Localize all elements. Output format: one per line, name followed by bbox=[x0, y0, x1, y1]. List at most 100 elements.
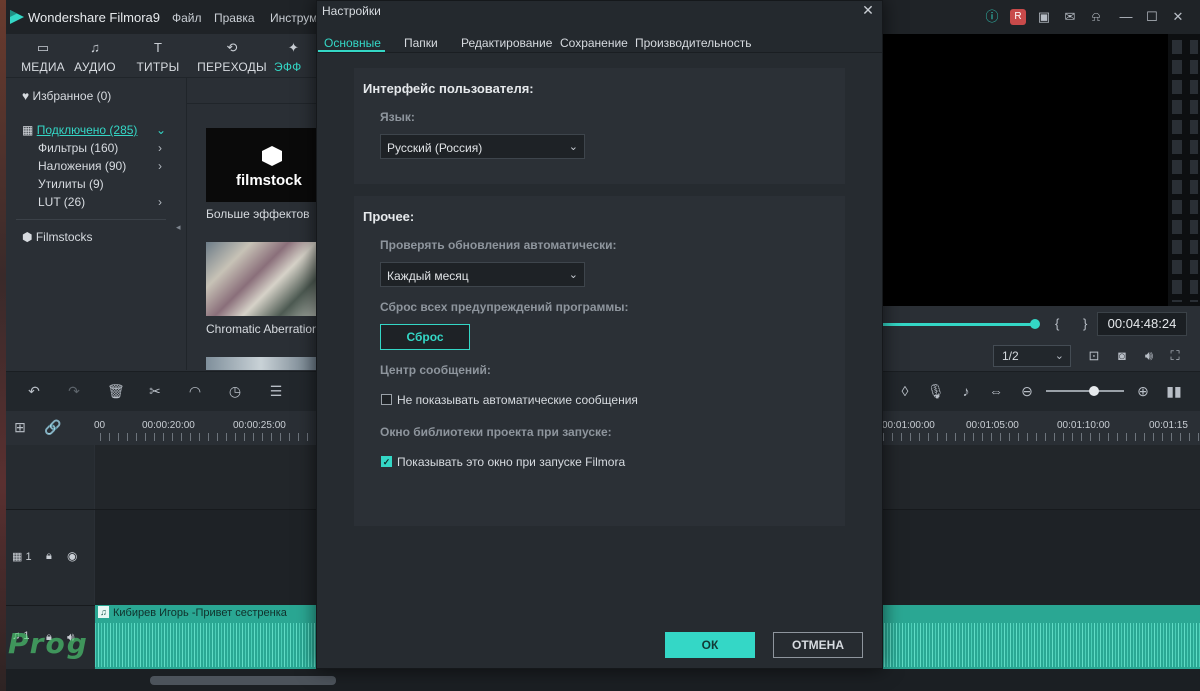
ruler-label: 00:01:10:00 bbox=[1057, 420, 1110, 431]
playback-knob[interactable] bbox=[1030, 319, 1040, 329]
duration-icon[interactable]: ◷ bbox=[227, 383, 243, 399]
tree-item-filters[interactable]: Фильтры (160) › bbox=[38, 141, 168, 159]
tab-effects[interactable]: ✦ ЭФФ bbox=[274, 34, 316, 78]
effect-label-chromatic: Chromatic Aberration bbox=[206, 322, 319, 336]
language-label: Язык: bbox=[380, 110, 415, 124]
adjust-icon[interactable]: ☰ bbox=[268, 383, 284, 399]
eye-icon[interactable]: ◉ bbox=[67, 549, 77, 563]
chevron-right-icon: › bbox=[158, 141, 162, 155]
cube-icon: ⬢ bbox=[22, 230, 33, 244]
other-section-title: Прочее: bbox=[363, 209, 415, 224]
tab-saving[interactable]: Сохранение bbox=[560, 36, 628, 50]
menu-edit[interactable]: Правка bbox=[214, 11, 255, 25]
ruler-label: 00:00:20:00 bbox=[142, 420, 195, 431]
track-header-empty bbox=[6, 445, 94, 509]
show-library-checkbox[interactable]: ✓ bbox=[381, 456, 392, 467]
collapse-arrow-icon[interactable]: ◂ bbox=[176, 222, 181, 233]
tree-separator bbox=[16, 219, 166, 220]
language-select[interactable]: Русский (Россия) ⌄ bbox=[380, 134, 585, 159]
cut-icon[interactable]: ✂ bbox=[147, 383, 163, 399]
render-icon[interactable]: ⊡ bbox=[1085, 347, 1103, 365]
library-tabs: ▭ МЕДИА ♫ АУДИО T ТИТРЫ ⟲ ПЕРЕХОДЫ ✦ ЭФФ bbox=[6, 34, 316, 78]
text-icon: T bbox=[154, 40, 162, 55]
lock-icon[interactable]: 🔒︎ bbox=[46, 550, 52, 563]
delete-icon[interactable]: 🗑 bbox=[107, 383, 125, 399]
volume-icon[interactable]: 🔊︎ bbox=[1140, 347, 1158, 365]
zoom-in-icon[interactable]: ⊕ bbox=[1135, 383, 1151, 399]
ruler-label: 00:01:05:00 bbox=[966, 420, 1019, 431]
menu-tools[interactable]: Инструм bbox=[270, 11, 317, 25]
reset-button[interactable]: Сброс bbox=[380, 324, 470, 350]
tab-general[interactable]: Основные bbox=[324, 36, 381, 50]
ui-section-title: Интерфейс пользователя: bbox=[363, 81, 534, 96]
undo-icon[interactable]: ↶ bbox=[26, 383, 42, 399]
close-icon[interactable]: ✕ bbox=[860, 2, 876, 18]
zoom-slider-knob[interactable] bbox=[1089, 386, 1099, 396]
maximize-icon[interactable]: ☐ bbox=[1144, 9, 1160, 25]
tree-item-utilities[interactable]: Утилиты (9) bbox=[38, 177, 104, 195]
transition-icon: ⟲ bbox=[226, 40, 238, 55]
redo-icon[interactable]: ↷ bbox=[66, 383, 82, 399]
mark-in-out-icon[interactable]: { } bbox=[1055, 316, 1097, 331]
snapshot-icon[interactable]: ◙ bbox=[1113, 347, 1131, 365]
app-title: Wondershare Filmora9 bbox=[28, 10, 160, 25]
audio-clip-icon: ♫ bbox=[98, 606, 109, 618]
hide-messages-checkbox[interactable] bbox=[381, 394, 392, 405]
save-icon[interactable]: ▣ bbox=[1036, 9, 1052, 25]
cancel-button[interactable]: ОТМЕНА bbox=[773, 632, 863, 658]
tree-item-favorites[interactable]: ♥ Избранное (0) bbox=[22, 89, 111, 107]
tree-item-overlays[interactable]: Наложения (90) › bbox=[38, 159, 168, 177]
speed-icon[interactable]: ◠ bbox=[187, 383, 203, 399]
filmora-logo-icon bbox=[10, 10, 24, 24]
chevron-down-icon: ⌄ bbox=[568, 141, 578, 153]
tree-item-connected[interactable]: ▦ Подключено (285) ⌄ bbox=[22, 123, 182, 141]
effect-thumb-filmstock[interactable]: filmstock bbox=[206, 128, 316, 202]
filmstrip-holes bbox=[1172, 40, 1182, 302]
info-icon[interactable]: ⓘ bbox=[984, 9, 1000, 25]
mail-icon[interactable]: ✉ bbox=[1062, 9, 1078, 25]
record-icon[interactable]: R bbox=[1010, 9, 1026, 25]
chevron-right-icon: › bbox=[158, 159, 162, 173]
microphone-icon[interactable]: 🎙 bbox=[927, 383, 945, 399]
hide-messages-label[interactable]: Не показывать автоматические сообщения bbox=[397, 393, 638, 407]
audio-mixer-icon[interactable]: ♪ bbox=[958, 383, 974, 399]
updates-select[interactable]: Каждый месяц ⌄ bbox=[380, 262, 585, 287]
marker-icon[interactable]: ◊ bbox=[897, 383, 913, 399]
preview-ratio-select[interactable]: 1/2 ⌄ bbox=[993, 345, 1071, 367]
zoom-slider[interactable] bbox=[1046, 390, 1124, 392]
tab-titles[interactable]: T ТИТРЫ bbox=[121, 34, 195, 78]
effect-thumb-chromatic-aberration[interactable] bbox=[206, 242, 316, 316]
ruler-label: 00 bbox=[94, 420, 106, 431]
fullscreen-icon[interactable]: ⛶ bbox=[1166, 347, 1184, 365]
panel-toggle-icon[interactable]: ▮▮ bbox=[1166, 383, 1182, 399]
effect-thumb-next[interactable] bbox=[206, 357, 316, 370]
folder-icon: ▭ bbox=[36, 40, 50, 55]
tree-item-filmstocks[interactable]: ⬢ Filmstocks bbox=[22, 230, 93, 248]
zoom-out-icon[interactable]: ⊖ bbox=[1019, 383, 1035, 399]
notification-icon[interactable]: ⍾ bbox=[1088, 9, 1104, 25]
minimize-icon[interactable]: — bbox=[1118, 9, 1134, 25]
tab-editing[interactable]: Редактирование bbox=[461, 36, 552, 50]
tab-performance[interactable]: Производительность bbox=[635, 36, 751, 50]
fit-icon[interactable]: ⇔ bbox=[988, 383, 1004, 399]
film-icon: ▦ bbox=[12, 551, 23, 563]
link-icon[interactable]: 🔗 bbox=[44, 419, 61, 435]
video-track-label: ▦ 1 bbox=[12, 551, 32, 563]
filmstock-logo: filmstock bbox=[236, 172, 302, 189]
heart-icon: ♥ bbox=[22, 89, 30, 103]
timeline-scrollbar-thumb[interactable] bbox=[150, 676, 336, 685]
tree-item-lut[interactable]: LUT (26) › bbox=[38, 195, 168, 213]
updates-label: Проверять обновления автоматически: bbox=[380, 238, 617, 252]
tab-transitions[interactable]: ⟲ ПЕРЕХОДЫ bbox=[195, 34, 269, 78]
preview-screen[interactable] bbox=[883, 34, 1168, 306]
message-center-label: Центр сообщений: bbox=[380, 363, 491, 377]
show-library-label[interactable]: Показывать это окно при запуске Filmora bbox=[397, 455, 625, 469]
playback-progress[interactable] bbox=[883, 323, 1036, 326]
menu-file[interactable]: Файл bbox=[172, 11, 202, 25]
reset-label: Сброс всех предупреждений программы: bbox=[380, 300, 629, 314]
ok-button[interactable]: ОК bbox=[665, 632, 755, 658]
tab-folders[interactable]: Папки bbox=[404, 36, 438, 50]
close-window-icon[interactable]: ✕ bbox=[1170, 9, 1186, 25]
timecode: 00:04:48:24 bbox=[1097, 312, 1187, 336]
add-track-icon[interactable]: ⊞ bbox=[12, 419, 28, 435]
